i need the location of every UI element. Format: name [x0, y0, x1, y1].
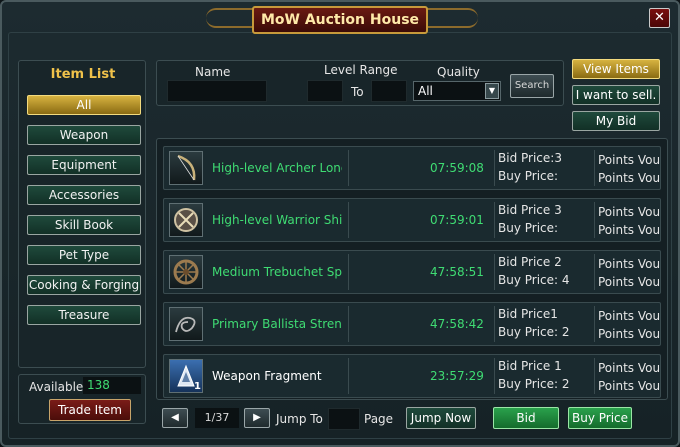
bid-price: Bid Price 3 [498, 203, 562, 217]
buy-currency: Points Vou [598, 275, 660, 289]
item-name: Weapon Fragment [212, 369, 322, 383]
category-pet-type-button[interactable]: Pet Type [27, 245, 141, 265]
window-title: MoW Auction House [260, 12, 420, 28]
quality-label: Quality [437, 65, 480, 79]
item-name: High-level Warrior Shie [212, 213, 342, 227]
level-from-input[interactable] [307, 80, 343, 102]
bid-price: Bid Price 1 [498, 359, 562, 373]
chevron-down-icon[interactable]: ▼ [485, 83, 499, 99]
item-quantity: 1 [194, 381, 201, 392]
item-time: 07:59:01 [430, 213, 484, 227]
item-time: 47:58:51 [430, 265, 484, 279]
next-page-button[interactable]: ▶ [244, 408, 270, 428]
bow-icon [169, 151, 203, 185]
wheel-icon [169, 255, 203, 289]
row-divider [494, 358, 495, 394]
trade-item-button[interactable]: Trade Item [49, 399, 131, 421]
i-want-to-sell-button[interactable]: I want to sell. [572, 85, 660, 105]
item-list-panel: High-level Archer Long 07:59:08 Bid Pric… [156, 138, 668, 400]
row-divider [594, 306, 595, 342]
category-accessories-button[interactable]: Accessories [27, 185, 141, 205]
to-label: To [351, 85, 364, 99]
item-time: 07:59:08 [430, 161, 484, 175]
row-divider [594, 150, 595, 186]
rope-icon [169, 307, 203, 341]
item-name: Primary Ballista Strengt [212, 317, 342, 331]
level-range-label: Level Range [324, 63, 398, 77]
item-row[interactable]: 1 Weapon Fragment 23:57:29 Bid Price 1 B… [163, 354, 661, 398]
bid-currency: Points Vou [598, 309, 660, 323]
category-treasure-button[interactable]: Treasure [27, 305, 141, 325]
category-weapon-button[interactable]: Weapon [27, 125, 141, 145]
buy-price: Buy Price: 2 [498, 377, 570, 391]
jump-to-label: Jump To [276, 412, 323, 426]
jump-page-input[interactable] [328, 408, 360, 430]
item-name: Medium Trebuchet Spir [212, 265, 342, 279]
buy-currency: Points Vou [598, 379, 660, 393]
item-row[interactable]: Medium Trebuchet Spir 47:58:51 Bid Price… [163, 250, 661, 294]
item-row[interactable]: High-level Archer Long 07:59:08 Bid Pric… [163, 146, 661, 190]
bid-price: Bid Price 2 [498, 255, 562, 269]
item-row[interactable]: High-level Warrior Shie 07:59:01 Bid Pri… [163, 198, 661, 242]
bid-currency: Points Vou [598, 257, 660, 271]
row-divider [494, 254, 495, 290]
row-divider [348, 150, 349, 186]
name-label: Name [195, 65, 231, 79]
my-bid-button[interactable]: My Bid [572, 111, 660, 131]
bid-currency: Points Vou [598, 205, 660, 219]
buy-price: Buy Price: [498, 221, 559, 235]
search-bar: Name Level Range To Quality All ▼ Search [156, 60, 564, 106]
bid-price: Bid Price1 [498, 307, 558, 321]
row-divider [594, 202, 595, 238]
row-divider [494, 306, 495, 342]
bid-currency: Points Vou [598, 361, 660, 375]
prev-page-button[interactable]: ◀ [162, 408, 188, 428]
auction-window: MoW Auction House ✕ Item List All Weapon… [0, 0, 680, 447]
buy-currency: Points Vou [598, 327, 660, 341]
buy-currency: Points Vou [598, 223, 660, 237]
row-divider [594, 254, 595, 290]
row-divider [348, 358, 349, 394]
item-list-title: Item List [50, 67, 116, 82]
view-items-button[interactable]: View Items [572, 59, 660, 79]
category-skill-book-button[interactable]: Skill Book [27, 215, 141, 235]
category-equipment-button[interactable]: Equipment [27, 155, 141, 175]
buy-currency: Points Vou [598, 171, 660, 185]
quality-select[interactable]: All ▼ [413, 81, 501, 101]
level-to-input[interactable] [371, 80, 407, 102]
row-divider [348, 306, 349, 342]
quality-value: All [418, 84, 433, 98]
item-name: High-level Archer Long [212, 161, 342, 175]
title-plate: MoW Auction House [252, 6, 428, 34]
buy-price: Buy Price: 2 [498, 325, 570, 339]
row-divider [594, 358, 595, 394]
row-divider [348, 202, 349, 238]
shield-icon [169, 203, 203, 237]
name-input[interactable] [167, 80, 267, 102]
bid-button[interactable]: Bid [493, 407, 559, 429]
row-divider [494, 202, 495, 238]
item-row[interactable]: Primary Ballista Strengt 47:58:42 Bid Pr… [163, 302, 661, 346]
available-label: Available [29, 380, 84, 394]
buy-price-button[interactable]: Buy Price [568, 407, 632, 429]
category-panel: Item List All Weapon Equipment Accessori… [18, 60, 146, 368]
item-time: 47:58:42 [430, 317, 484, 331]
close-button[interactable]: ✕ [649, 8, 670, 28]
item-time: 23:57:29 [430, 369, 484, 383]
row-divider [348, 254, 349, 290]
search-button[interactable]: Search [510, 74, 554, 98]
bid-currency: Points Vou [598, 153, 660, 167]
available-box: Available 138 Trade Item [18, 374, 146, 424]
available-value: 138 [83, 377, 141, 394]
buy-price: Buy Price: [498, 169, 559, 183]
bid-price: Bid Price:3 [498, 151, 562, 165]
page-label: Page [364, 412, 394, 426]
page-indicator: 1/37 [195, 408, 239, 428]
category-cooking-forging-button[interactable]: Cooking & Forging [27, 275, 141, 295]
buy-price: Buy Price: 4 [498, 273, 570, 287]
row-divider [494, 150, 495, 186]
category-all-button[interactable]: All [27, 95, 141, 115]
jump-now-button[interactable]: Jump Now [406, 407, 476, 429]
